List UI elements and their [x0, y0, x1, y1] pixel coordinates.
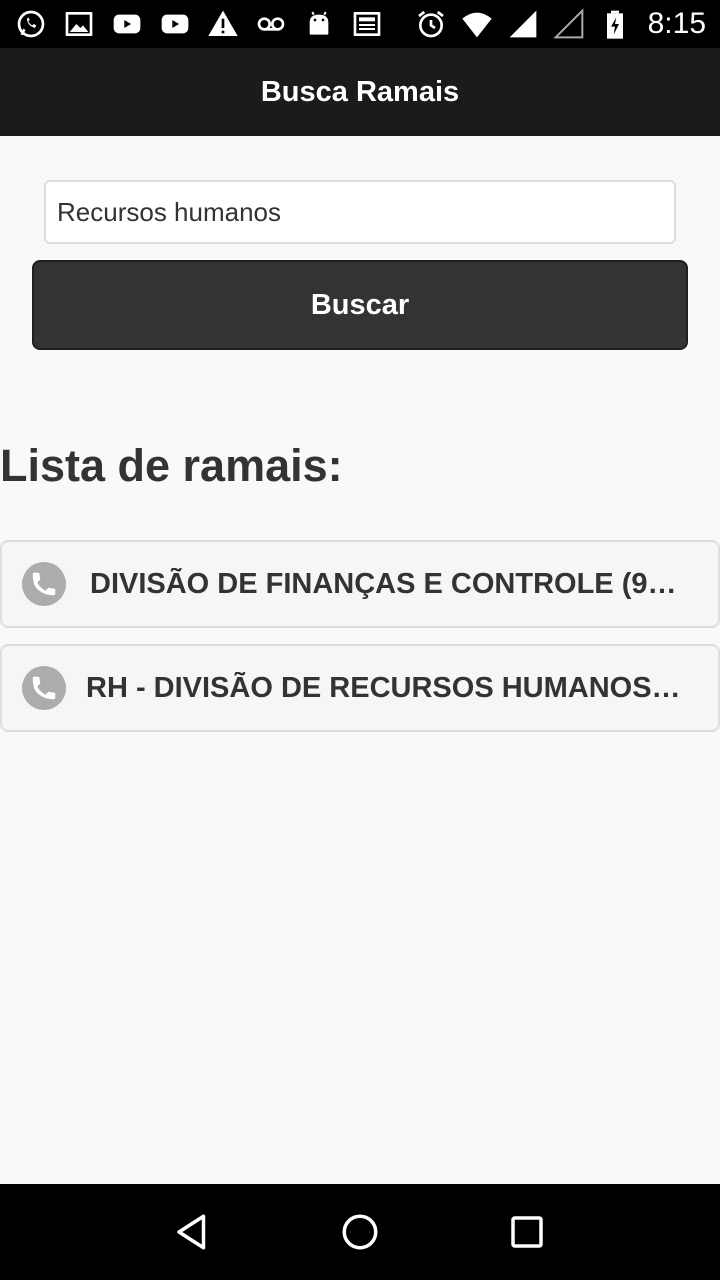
- app-bar: Busca Ramais: [0, 48, 720, 136]
- battery-charging-icon: [598, 7, 632, 41]
- android-icon: [302, 7, 336, 41]
- phone-icon: [22, 666, 66, 710]
- list-item[interactable]: RH - DIVISÃO DE RECURSOS HUMANOS…: [0, 644, 720, 732]
- main-content: Buscar Lista de ramais: DIVISÃO DE FINAN…: [0, 136, 720, 1184]
- youtube-icon: [110, 7, 144, 41]
- phone-icon: [22, 562, 66, 606]
- app-title: Busca Ramais: [260, 75, 460, 108]
- list-item-label: DIVISÃO DE FINANÇAS E CONTROLE (9…: [90, 567, 677, 600]
- list-heading: Lista de ramais:: [0, 440, 343, 491]
- system-icons: 8:15: [414, 7, 706, 41]
- whatsapp-icon: [14, 7, 48, 41]
- news-icon: [350, 7, 384, 41]
- notification-icons: [14, 7, 414, 41]
- wifi-icon: [460, 7, 494, 41]
- alarm-icon: [414, 7, 448, 41]
- youtube-icon: [158, 7, 192, 41]
- navigation-bar: [0, 1184, 720, 1280]
- list-item[interactable]: DIVISÃO DE FINANÇAS E CONTROLE (9…: [0, 540, 720, 628]
- voicemail-icon: [254, 7, 288, 41]
- back-icon[interactable]: [163, 1202, 223, 1262]
- list-item-label: RH - DIVISÃO DE RECURSOS HUMANOS…: [86, 671, 681, 704]
- signal-empty-icon: [552, 7, 586, 41]
- home-icon[interactable]: [330, 1202, 390, 1262]
- recents-icon[interactable]: [497, 1202, 557, 1262]
- search-input[interactable]: [44, 180, 676, 244]
- warning-icon: [206, 7, 240, 41]
- status-bar: 8:15: [0, 0, 720, 48]
- search-button[interactable]: Buscar: [32, 260, 688, 350]
- signal-icon: [506, 7, 540, 41]
- image-icon: [62, 7, 96, 41]
- clock: 8:15: [647, 7, 706, 40]
